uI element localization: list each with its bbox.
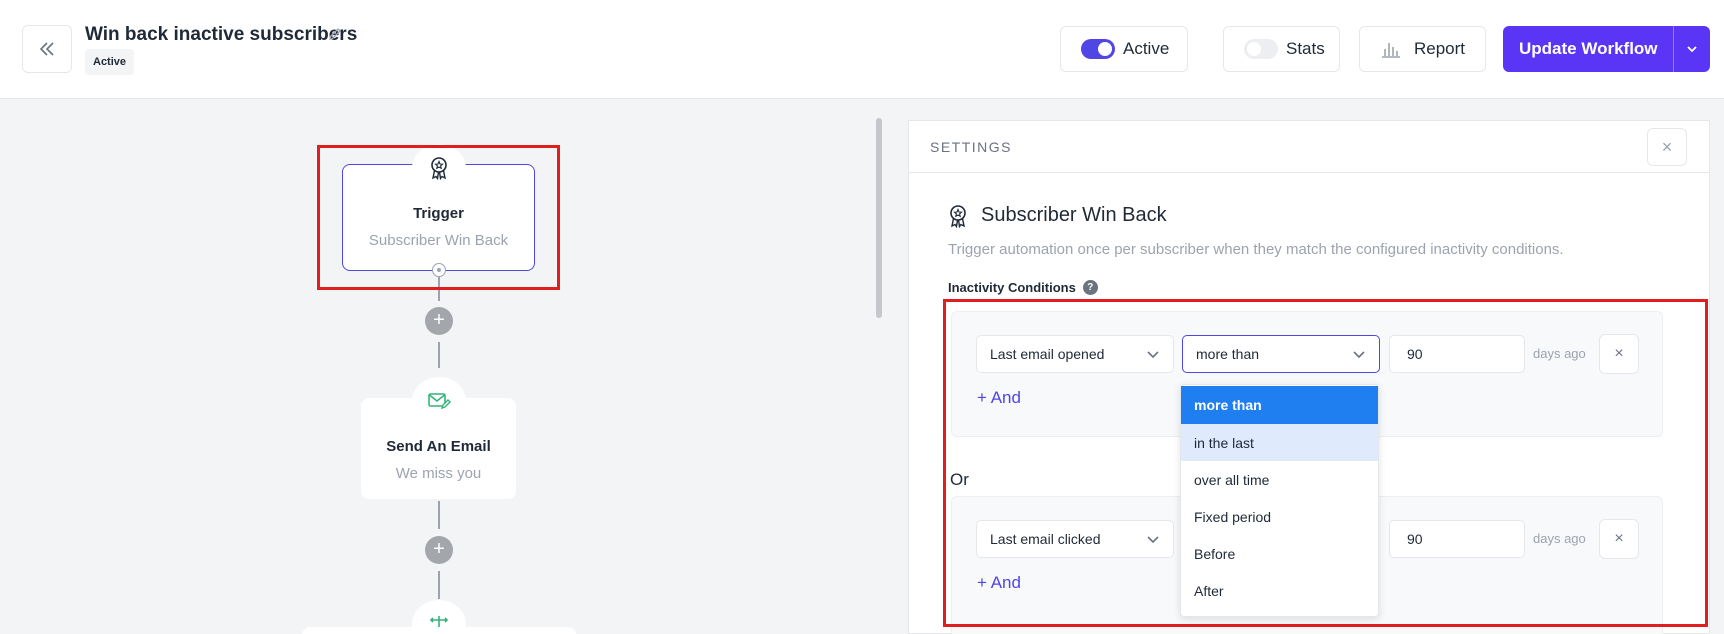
connector-line xyxy=(438,501,440,529)
chevron-down-icon xyxy=(1687,46,1697,53)
active-toggle-label: Active xyxy=(1123,39,1170,58)
canvas-scrollbar[interactable] xyxy=(876,118,882,318)
double-chevron-left-icon xyxy=(39,42,54,56)
mail-edit-icon xyxy=(427,393,451,410)
award-icon xyxy=(950,205,966,228)
highlight-box-trigger xyxy=(317,145,560,290)
update-options-dropdown[interactable] xyxy=(1674,42,1710,56)
report-label: Report xyxy=(1414,39,1466,58)
email-icon-circle xyxy=(411,377,466,425)
add-step-button-2[interactable]: + xyxy=(425,536,453,564)
top-bar: Win back inactive subscribers Active Act… xyxy=(0,0,1724,99)
inactivity-conditions-label: Inactivity Conditions ? xyxy=(948,280,1098,295)
active-toggle-button[interactable]: Active xyxy=(1060,26,1188,72)
settings-header: SETTINGS × xyxy=(909,121,1709,173)
highlight-box-conditions xyxy=(943,299,1708,627)
add-step-button[interactable]: + xyxy=(425,307,453,335)
status-badge: Active xyxy=(85,49,135,75)
update-workflow-button[interactable]: Update Workflow xyxy=(1503,26,1710,72)
stats-toggle-button[interactable]: Stats xyxy=(1223,26,1340,72)
send-email-node[interactable]: Send An Email We miss you xyxy=(361,377,516,499)
connector-line xyxy=(438,342,440,368)
close-settings-button[interactable]: × xyxy=(1647,128,1687,166)
bar-chart-icon xyxy=(1382,43,1400,58)
send-email-node-title: Send An Email xyxy=(386,438,491,455)
help-icon[interactable]: ? xyxy=(1082,280,1098,295)
next-node[interactable] xyxy=(302,627,576,634)
stats-toggle-label: Stats xyxy=(1286,39,1325,58)
active-toggle[interactable] xyxy=(1081,39,1115,59)
send-email-node-subtitle: We miss you xyxy=(395,465,482,482)
connector-line xyxy=(438,571,440,599)
inactivity-conditions-text: Inactivity Conditions xyxy=(948,280,1076,295)
settings-header-label: SETTINGS xyxy=(930,139,1013,155)
pencil-icon[interactable] xyxy=(327,26,343,42)
report-button[interactable]: Report xyxy=(1359,26,1486,72)
workflow-title: Win back inactive subscribers xyxy=(85,24,358,45)
stats-toggle[interactable] xyxy=(1244,39,1278,59)
settings-title: Subscriber Win Back xyxy=(981,204,1167,226)
update-workflow-label: Update Workflow xyxy=(1519,39,1658,58)
settings-description: Trigger automation once per subscriber w… xyxy=(948,241,1564,258)
back-button[interactable] xyxy=(22,25,72,73)
